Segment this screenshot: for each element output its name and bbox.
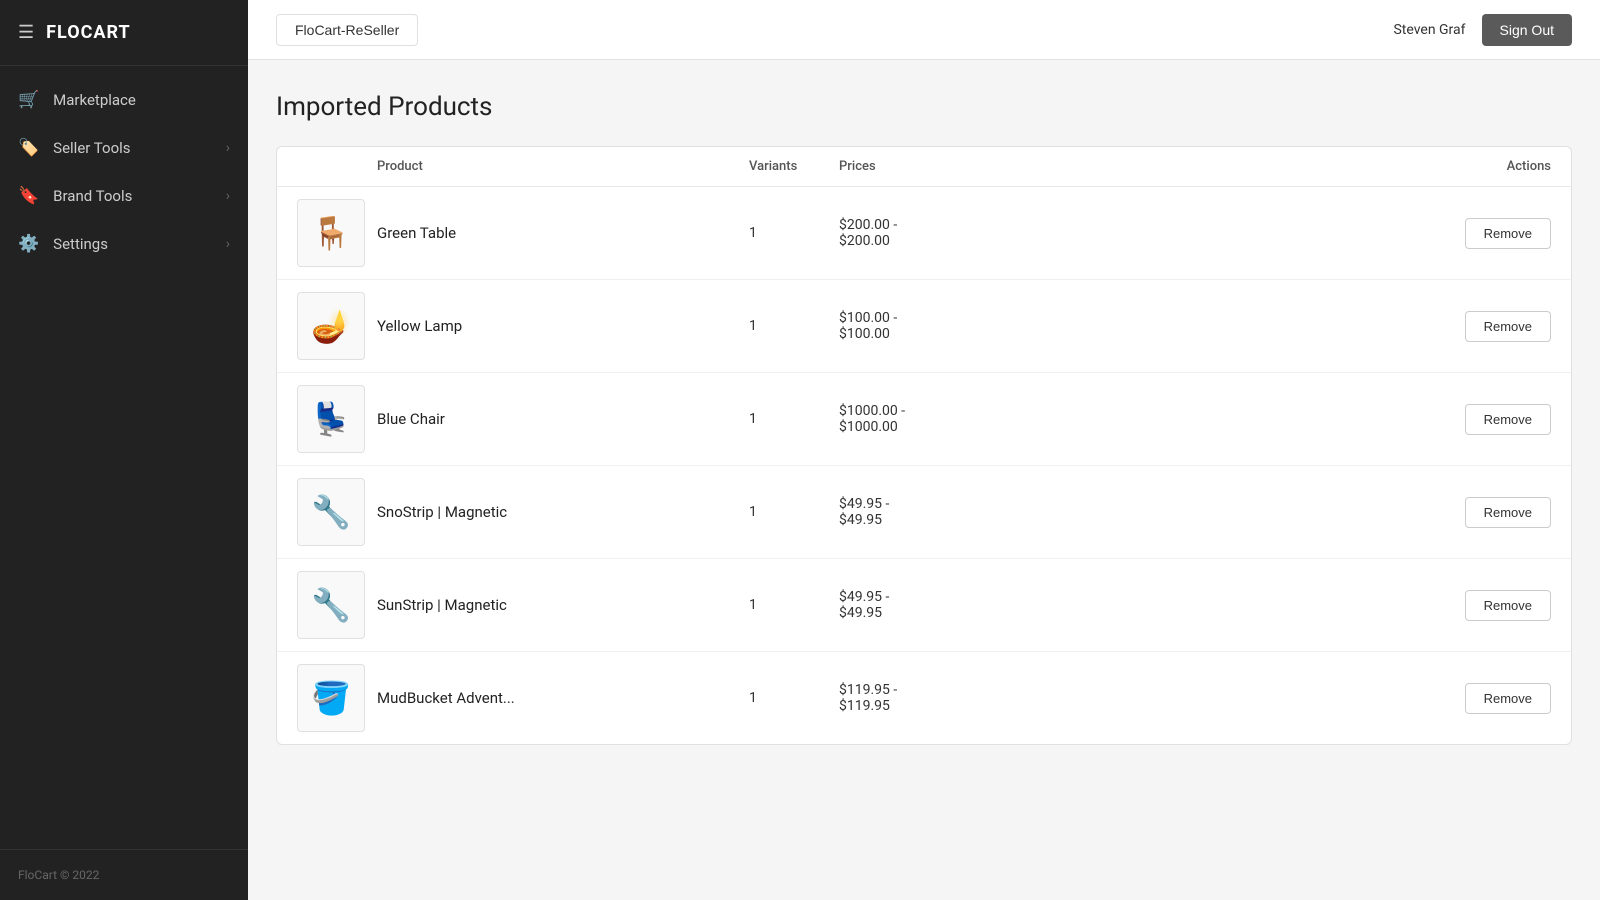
nav-label-marketplace: Marketplace <box>53 91 136 109</box>
product-name-3: Blue Chair <box>377 410 749 428</box>
chevron-icon-seller-tools: › <box>226 140 230 156</box>
remove-button-2[interactable]: Remove <box>1465 311 1551 342</box>
col-spacer <box>1039 159 1411 174</box>
chevron-icon-brand-tools: › <box>226 188 230 204</box>
sidebar-item-settings[interactable]: ⚙️ Settings › <box>0 220 248 268</box>
product-thumbnail: 🪑 <box>297 199 365 267</box>
col-variants: Variants <box>749 159 839 174</box>
product-image-2: 🪔 <box>302 297 360 355</box>
product-thumbnail: 🔧 <box>297 571 365 639</box>
product-variants-2: 1 <box>749 318 839 334</box>
page-content: Imported Products Product Variants Price… <box>248 60 1600 900</box>
product-thumbnail: 🪔 <box>297 292 365 360</box>
table-row: 🪔 Yellow Lamp 1 $100.00 -$100.00 Remove <box>277 280 1571 373</box>
product-name-6: MudBucket Advent... <box>377 689 749 707</box>
actions-col-6: Remove <box>1411 683 1551 714</box>
product-variants-5: 1 <box>749 597 839 613</box>
nav-item-left: ⚙️ Settings <box>18 234 108 254</box>
sidebar: ☰ FLOCART 🛒 Marketplace 🏷️ Seller Tools … <box>0 0 248 900</box>
product-name-5: SunStrip | Magnetic <box>377 596 749 614</box>
remove-button-3[interactable]: Remove <box>1465 404 1551 435</box>
product-image-6: 🪣 <box>302 669 360 727</box>
main-content: FloCart-ReSeller Steven Graf Sign Out Im… <box>248 0 1600 900</box>
product-price-6: $119.95 -$119.95 <box>839 682 1039 714</box>
product-name-2: Yellow Lamp <box>377 317 749 335</box>
app-logo: FLOCART <box>46 22 131 43</box>
nav-label-seller-tools: Seller Tools <box>53 139 130 157</box>
product-image-1: 🪑 <box>302 204 360 262</box>
product-variants-1: 1 <box>749 225 839 241</box>
product-variants-6: 1 <box>749 690 839 706</box>
actions-col-2: Remove <box>1411 311 1551 342</box>
header: FloCart-ReSeller Steven Graf Sign Out <box>248 0 1600 60</box>
signout-button[interactable]: Sign Out <box>1482 14 1572 46</box>
product-image-3: 💺 <box>302 390 360 448</box>
table-row: 💺 Blue Chair 1 $1000.00 -$1000.00 Remove <box>277 373 1571 466</box>
col-prices: Prices <box>839 159 1039 174</box>
product-variants-3: 1 <box>749 411 839 427</box>
table-header-row: Product Variants Prices Actions <box>277 147 1571 187</box>
nav-label-settings: Settings <box>53 235 108 253</box>
product-price-3: $1000.00 -$1000.00 <box>839 403 1039 435</box>
header-right: Steven Graf Sign Out <box>1393 14 1572 46</box>
brand-tools-icon: 🔖 <box>18 186 39 206</box>
actions-col-5: Remove <box>1411 590 1551 621</box>
nav-item-left: 🛒 Marketplace <box>18 90 136 110</box>
remove-button-1[interactable]: Remove <box>1465 218 1551 249</box>
table-row: 🔧 SnoStrip | Magnetic 1 $49.95 -$49.95 R… <box>277 466 1571 559</box>
product-thumbnail: 💺 <box>297 385 365 453</box>
sidebar-item-marketplace[interactable]: 🛒 Marketplace <box>0 76 248 124</box>
sidebar-header: ☰ FLOCART <box>0 0 248 66</box>
nav-item-left: 🏷️ Seller Tools <box>18 138 131 158</box>
remove-button-6[interactable]: Remove <box>1465 683 1551 714</box>
product-thumbnail: 🔧 <box>297 478 365 546</box>
table-row: 🪣 MudBucket Advent... 1 $119.95 -$119.95… <box>277 652 1571 744</box>
actions-col-1: Remove <box>1411 218 1551 249</box>
product-price-5: $49.95 -$49.95 <box>839 589 1039 621</box>
product-image-4: 🔧 <box>302 483 360 541</box>
col-image <box>297 159 377 174</box>
col-actions: Actions <box>1411 159 1551 174</box>
remove-button-4[interactable]: Remove <box>1465 497 1551 528</box>
product-name-1: Green Table <box>377 224 749 242</box>
sidebar-item-seller-tools[interactable]: 🏷️ Seller Tools › <box>0 124 248 172</box>
product-name-4: SnoStrip | Magnetic <box>377 503 749 521</box>
chevron-icon-settings: › <box>226 236 230 252</box>
actions-col-3: Remove <box>1411 404 1551 435</box>
table-row: 🔧 SunStrip | Magnetic 1 $49.95 -$49.95 R… <box>277 559 1571 652</box>
table-body: 🪑 Green Table 1 $200.00 -$200.00 Remove … <box>277 187 1571 744</box>
product-price-2: $100.00 -$100.00 <box>839 310 1039 342</box>
page-title: Imported Products <box>276 92 1572 122</box>
sidebar-item-brand-tools[interactable]: 🔖 Brand Tools › <box>0 172 248 220</box>
product-image-5: 🔧 <box>302 576 360 634</box>
product-variants-4: 1 <box>749 504 839 520</box>
nav-item-left: 🔖 Brand Tools <box>18 186 132 206</box>
product-price-1: $200.00 -$200.00 <box>839 217 1039 249</box>
products-table: Product Variants Prices Actions 🪑 Green … <box>276 146 1572 745</box>
actions-col-4: Remove <box>1411 497 1551 528</box>
username-label: Steven Graf <box>1393 22 1465 38</box>
settings-icon: ⚙️ <box>18 234 39 254</box>
reseller-tab[interactable]: FloCart-ReSeller <box>276 14 418 46</box>
product-thumbnail: 🪣 <box>297 664 365 732</box>
table-row: 🪑 Green Table 1 $200.00 -$200.00 Remove <box>277 187 1571 280</box>
hamburger-icon[interactable]: ☰ <box>18 22 34 43</box>
col-product: Product <box>377 159 749 174</box>
remove-button-5[interactable]: Remove <box>1465 590 1551 621</box>
sidebar-footer: FloCart © 2022 <box>0 849 248 900</box>
product-price-4: $49.95 -$49.95 <box>839 496 1039 528</box>
sidebar-nav: 🛒 Marketplace 🏷️ Seller Tools › 🔖 Brand … <box>0 66 248 849</box>
seller-tools-icon: 🏷️ <box>18 138 39 158</box>
marketplace-icon: 🛒 <box>18 90 39 110</box>
nav-label-brand-tools: Brand Tools <box>53 187 132 205</box>
